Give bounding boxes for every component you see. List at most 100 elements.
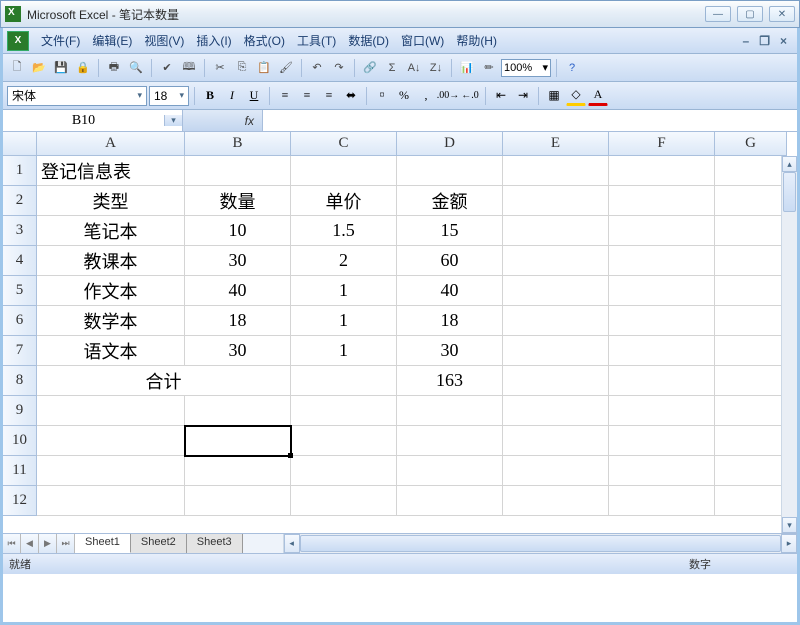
cell-a9[interactable]: [37, 396, 185, 426]
row-header-1[interactable]: 1: [3, 156, 37, 186]
row-header-12[interactable]: 12: [3, 486, 37, 516]
hyperlink-icon[interactable]: 🔗: [360, 58, 380, 78]
currency-icon[interactable]: ¤: [372, 86, 392, 106]
cell-g11[interactable]: [715, 456, 787, 486]
percent-icon[interactable]: %: [394, 86, 414, 106]
cell-d3[interactable]: 15: [397, 216, 503, 246]
cell-f3[interactable]: [609, 216, 715, 246]
cell-a7[interactable]: 语文本: [37, 336, 185, 366]
cell-f5[interactable]: [609, 276, 715, 306]
font-color-icon[interactable]: A: [588, 86, 608, 106]
row-header-3[interactable]: 3: [3, 216, 37, 246]
row-header-5[interactable]: 5: [3, 276, 37, 306]
cell-a5[interactable]: 作文本: [37, 276, 185, 306]
col-header-b[interactable]: B: [185, 132, 291, 156]
cell-d12[interactable]: [397, 486, 503, 516]
cell-f8[interactable]: [609, 366, 715, 396]
close-button[interactable]: ✕: [769, 6, 795, 22]
row-header-7[interactable]: 7: [3, 336, 37, 366]
cell-b12[interactable]: [185, 486, 291, 516]
cell-g10[interactable]: [715, 426, 787, 456]
open-file-icon[interactable]: 📂: [29, 58, 49, 78]
cell-e4[interactable]: [503, 246, 609, 276]
cell-b4[interactable]: 30: [185, 246, 291, 276]
align-right-icon[interactable]: ≡: [319, 86, 339, 106]
cell-d10[interactable]: [397, 426, 503, 456]
cell-a12[interactable]: [37, 486, 185, 516]
cell-g1[interactable]: [715, 156, 787, 186]
cell-b11[interactable]: [185, 456, 291, 486]
col-header-g[interactable]: G: [715, 132, 787, 156]
row-header-11[interactable]: 11: [3, 456, 37, 486]
sheet-tab-1[interactable]: Sheet1: [75, 534, 131, 553]
underline-button[interactable]: U: [244, 86, 264, 106]
cell-d8[interactable]: 163: [397, 366, 503, 396]
bold-button[interactable]: B: [200, 86, 220, 106]
cell-c2[interactable]: 单价: [291, 186, 397, 216]
maximize-button[interactable]: ▢: [737, 6, 763, 22]
cell-g7[interactable]: [715, 336, 787, 366]
row-header-6[interactable]: 6: [3, 306, 37, 336]
menu-file[interactable]: 文件(F): [35, 28, 86, 53]
fill-color-icon[interactable]: ◇: [566, 86, 586, 106]
cell-e2[interactable]: [503, 186, 609, 216]
tab-nav-first-icon[interactable]: ⏮: [3, 534, 21, 553]
spellcheck-icon[interactable]: ✔: [157, 58, 177, 78]
row-header-9[interactable]: 9: [3, 396, 37, 426]
cell-a1[interactable]: 登记信息表: [37, 156, 185, 186]
format-painter-icon[interactable]: 🖌: [276, 58, 296, 78]
sheet-tab-3[interactable]: Sheet3: [187, 534, 243, 553]
col-header-c[interactable]: C: [291, 132, 397, 156]
save-icon[interactable]: 💾: [51, 58, 71, 78]
menu-view[interactable]: 视图(V): [138, 28, 190, 53]
menu-help[interactable]: 帮助(H): [450, 28, 503, 53]
vertical-scrollbar[interactable]: ▴ ▾: [781, 156, 797, 533]
name-box[interactable]: B10 ▾: [3, 110, 183, 131]
cell-e6[interactable]: [503, 306, 609, 336]
row-header-8[interactable]: 8: [3, 366, 37, 396]
cell-d9[interactable]: [397, 396, 503, 426]
merge-center-icon[interactable]: ⬌: [341, 86, 361, 106]
horizontal-scroll-thumb[interactable]: [300, 535, 781, 552]
cell-c12[interactable]: [291, 486, 397, 516]
cell-g6[interactable]: [715, 306, 787, 336]
name-box-dropdown-icon[interactable]: ▾: [164, 115, 182, 126]
italic-button[interactable]: I: [222, 86, 242, 106]
cell-f12[interactable]: [609, 486, 715, 516]
help-icon[interactable]: ?: [562, 58, 582, 78]
cell-g3[interactable]: [715, 216, 787, 246]
sheet-tab-2[interactable]: Sheet2: [131, 534, 187, 553]
minimize-button[interactable]: —: [705, 6, 731, 22]
menu-edit[interactable]: 编辑(E): [86, 28, 138, 53]
cell-c9[interactable]: [291, 396, 397, 426]
cell-g9[interactable]: [715, 396, 787, 426]
increase-decimal-icon[interactable]: .00→: [438, 86, 458, 106]
cell-g4[interactable]: [715, 246, 787, 276]
cell-d5[interactable]: 40: [397, 276, 503, 306]
cell-a11[interactable]: [37, 456, 185, 486]
cell-a10[interactable]: [37, 426, 185, 456]
research-icon[interactable]: 🕮: [179, 58, 199, 78]
cell-e12[interactable]: [503, 486, 609, 516]
cell-f10[interactable]: [609, 426, 715, 456]
undo-icon[interactable]: ↶: [307, 58, 327, 78]
font-name-selector[interactable]: 宋体▾: [7, 86, 147, 106]
cell-a4[interactable]: 教课本: [37, 246, 185, 276]
borders-icon[interactable]: ▦: [544, 86, 564, 106]
cell-c6[interactable]: 1: [291, 306, 397, 336]
menu-insert[interactable]: 插入(I): [190, 28, 237, 53]
tab-nav-last-icon[interactable]: ⏭: [57, 534, 75, 553]
menu-tools[interactable]: 工具(T): [291, 28, 342, 53]
col-header-d[interactable]: D: [397, 132, 503, 156]
cell-f1[interactable]: [609, 156, 715, 186]
cell-c3[interactable]: 1.5: [291, 216, 397, 246]
scroll-up-icon[interactable]: ▴: [782, 156, 797, 172]
font-size-selector[interactable]: 18▾: [149, 86, 189, 106]
cell-e8[interactable]: [503, 366, 609, 396]
drawing-icon[interactable]: ✏: [479, 58, 499, 78]
decrease-decimal-icon[interactable]: ←.0: [460, 86, 480, 106]
cell-g2[interactable]: [715, 186, 787, 216]
print-preview-icon[interactable]: 🔍: [126, 58, 146, 78]
row-header-4[interactable]: 4: [3, 246, 37, 276]
autosum-icon[interactable]: Σ: [382, 58, 402, 78]
